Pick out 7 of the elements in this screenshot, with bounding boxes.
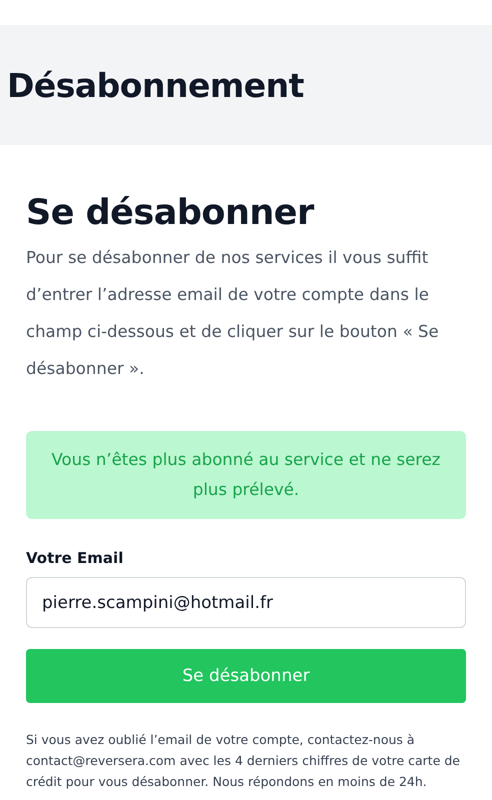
intro-paragraph: Pour se désabonner de nos services il vous suffit d’entrer l’adresse email de votre compte dans le champ ci-dessous et de cliquer sur le bouton « Se désabonner ».: [26, 247, 440, 380]
section-title: Se désabonner: [26, 193, 316, 233]
page-title: Désabonnement: [7, 66, 304, 104]
email-label: Votre Email: [26, 549, 124, 567]
help-paragraph: Si vous avez oublié l’email de votre compte, contactez-nous à contact@reversera.com avec les 4 derniers chiffres de votre carte de crédit pour vous désabonner. Nous répondons en moins de 24h.: [26, 731, 461, 791]
email-input-field[interactable]: pierre.scampini@hotmail.fr: [26, 577, 466, 628]
success-alert: Vous n’êtes plus abonné au service et ne serez plus prélevé.: [26, 431, 466, 519]
